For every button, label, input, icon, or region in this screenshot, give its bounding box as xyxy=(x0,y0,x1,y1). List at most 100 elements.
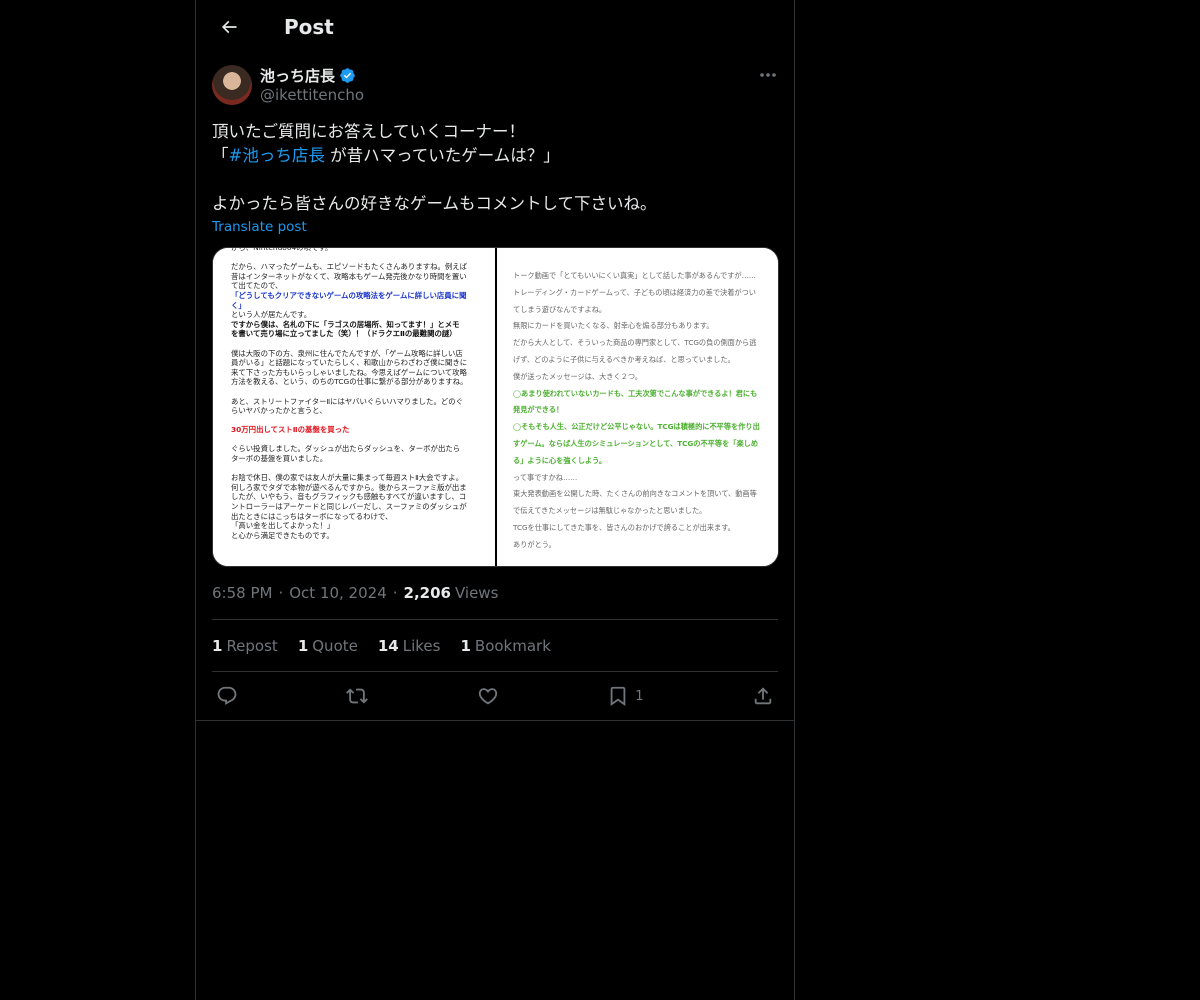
separator-dot: · xyxy=(392,584,398,602)
media-left-text-line: 何しろ家でタダで本物が遊べるんですから。後からスーファミ版が出ま xyxy=(231,482,467,492)
media-left-text-line: 員がいる」と話題になっていたらしく、和歌山からわざわざ僕に聞きに xyxy=(231,358,468,368)
media-right-text-line: ありがとう。 xyxy=(513,539,556,549)
post-text: 頂いたご質問にお答えしていくコーナー！ 「#池っち店長 が昔ハマっていたゲームは… xyxy=(212,120,780,216)
media-left-text-line: を書いて売り場に立ってました（笑）！（ドラクエⅡの最難関の謎） xyxy=(231,329,457,339)
media-right-text-line: ◯あまり使われていないカードも、工夫次第でこんな事ができるよ！君にも xyxy=(513,388,758,398)
repost-icon xyxy=(346,688,369,704)
reply-button[interactable] xyxy=(216,679,238,713)
section-divider xyxy=(196,720,794,721)
media-left-text-line: て出てたので、 xyxy=(231,281,283,291)
author-handle[interactable]: @ikettitencho xyxy=(260,86,364,104)
post-time[interactable]: 6:58 PM xyxy=(212,584,272,602)
quotes-count: 1 xyxy=(297,636,309,655)
action-bar: 1 xyxy=(212,672,778,720)
avatar[interactable] xyxy=(212,65,252,105)
likes-count: 14 xyxy=(377,636,399,655)
media-left-text-line: ントローラーはアーケードと同じレバーだし、スーファミのダッシュが xyxy=(231,502,467,512)
media-left-text-line: ですから僕は、名札の下に「ラゴスの居場所、知ってます！」とメモ xyxy=(231,319,460,329)
bookmark-count: 1 xyxy=(635,688,644,704)
media-right-text-line: すゲーム。ならば人生のシミュレーションとして、TCGの不平等を「楽しめ xyxy=(513,438,759,448)
media-right-text-line: ◯そもそも人生、公正だけど公平じゃない。TCGは積極的に不平等を作り出 xyxy=(513,422,760,432)
media-right-text-line: 発見ができる！ xyxy=(513,405,564,415)
repost-button[interactable] xyxy=(346,679,369,713)
media-left-text-line xyxy=(231,387,477,397)
media-left-text-line xyxy=(231,464,477,474)
media-left-text-line xyxy=(231,435,477,445)
media-right-text-line: 僕が送ったメッセージは、大きく２つ。 xyxy=(513,371,642,381)
media-left-text-line xyxy=(231,416,477,426)
media-right-text-line: だから大人として、そういった商品の専門家として、TCGの負の側面から逃 xyxy=(513,338,757,348)
media-left-text-line: 「どうしてもクリアできないゲームの攻略法をゲームに詳しい店員に聞 xyxy=(231,290,467,300)
reposts-stat[interactable]: 1 Repost xyxy=(212,637,278,655)
back-button[interactable] xyxy=(212,10,246,44)
bookmarks-count: 1 xyxy=(460,636,471,655)
share-button[interactable] xyxy=(752,679,774,713)
quotes-label: Quote xyxy=(312,636,358,655)
media-right-text-line: って事ですかね…… xyxy=(513,472,578,482)
media-right-text-line: トレーディング・カードゲームって、子どもの頃は経済力の差で決着がつい xyxy=(513,287,756,297)
media-left-text-line: 僕は大阪の下の方、泉州に住んでたんですが、「ゲーム攻略に詳しい店 xyxy=(231,348,463,358)
views-label: Views xyxy=(454,584,499,602)
media-right-text-line: TCGを仕事にしてきた事を、皆さんのおかげで誇ることが出来ます。 xyxy=(513,522,735,532)
media-left-text-line: く」 xyxy=(231,300,246,310)
back-arrow-icon xyxy=(221,20,237,33)
media-left-text-line: だから、ハマったゲームも、エピソードもたくさんありますね。例えば xyxy=(231,262,468,272)
likes-label: Likes xyxy=(402,636,441,655)
post-line-1: 頂いたご質問にお答えしていくコーナー！ xyxy=(212,122,526,141)
media-left-text-line: 来て下さった方もいらっしゃいましたね。今思えばゲームについて攻略 xyxy=(231,367,467,377)
media-left-text-line: 昔はインターネットがなくて、攻略本もゲーム発売後かなり時間を置い xyxy=(231,271,467,281)
media-right-text-line: 東大発表動画を公開した時、たくさんの前向きなコメントを頂いて、動画等 xyxy=(513,489,757,499)
author-row: 池っち店長 @ikettitencho xyxy=(212,65,780,109)
like-icon xyxy=(478,688,498,705)
media-image-right[interactable]: トーク動画で「とてもいいにくい真実」として話した事があるんですが…… トレーディン… xyxy=(497,248,778,566)
page-title: Post xyxy=(284,14,334,39)
media-left-text-line: 方法を教える、という、のちのTCGの仕事に繋がる部分がありますね。 xyxy=(231,377,468,387)
reposts-label: Repost xyxy=(226,636,278,655)
author-display-name[interactable]: 池っち店長 xyxy=(260,65,335,86)
media-left-text-line xyxy=(231,253,477,263)
hashtag-link[interactable]: #池っち店長 xyxy=(229,146,325,165)
media-left-text-line xyxy=(231,339,477,349)
translate-post-link[interactable]: Translate post xyxy=(212,219,307,235)
reply-icon xyxy=(217,686,237,705)
quotes-stat[interactable]: 1 Quote xyxy=(298,637,358,655)
header: Post xyxy=(196,0,794,53)
bookmarks-stat[interactable]: 1 Bookmark xyxy=(460,637,550,655)
media-left-text-line: 30万円出してストⅡの基盤を買った xyxy=(231,425,350,435)
media-left-text-line: お陰で休日、僕の家では友人が大量に集まって毎週ストⅡ大会ですよ。 xyxy=(231,473,464,483)
timestamp-row: 6:58 PM · Oct 10, 2024 · 2,206 Views xyxy=(212,582,498,604)
media-left-text-line: ぐらい投資しました。ダッシュが出たらダッシュを、ターボが出たら xyxy=(231,444,461,454)
media-left-text-line: 出たときにはこっちはターボになってるわけで、 xyxy=(231,511,393,521)
media-right-text-line: で伝えてきたメッセージは無駄じゃなかったと思いました。 xyxy=(513,506,707,516)
media-left-text-line: ターボの基盤を買いました。 xyxy=(231,454,328,464)
media-right-text-line: る」ように心を強くしよう。 xyxy=(513,455,607,465)
views-count: 2,206 xyxy=(403,584,451,602)
post-media[interactable]: から、Nintendo64の頃です。だから、ハマったゲームも、エピソードもたくさ… xyxy=(212,247,779,567)
likes-stat[interactable]: 14 Likes xyxy=(378,637,441,655)
share-icon xyxy=(754,687,772,705)
engagement-stats: 1 Repost 1 Quote 14 Likes 1 Bookmark xyxy=(212,619,778,672)
media-right-text-line: トーク動画で「とてもいいにくい真実」として話した事があるんですが…… xyxy=(513,271,756,280)
media-right-text-line: てしまう遊びなんですよね。 xyxy=(513,304,607,314)
verified-badge-icon xyxy=(340,67,355,83)
reposts-count: 1 xyxy=(212,636,223,655)
author-name-line: 池っち店長 xyxy=(260,65,356,85)
media-left-text-line: らいヤバかったかと言うと、 xyxy=(231,406,327,416)
post-date[interactable]: Oct 10, 2024 xyxy=(289,584,387,602)
media-left-text-line: 「高い金を出してよかった！」 xyxy=(231,521,335,531)
post-line-2-rest: が昔ハマっていたゲームは？」 xyxy=(324,146,560,165)
more-icon xyxy=(760,73,776,77)
media-left-text-line: という人が居たんです。 xyxy=(231,310,312,320)
media-left-text-line: と心から満足できたものです。 xyxy=(231,530,334,540)
media-left-text-line: したが、いやもう、音もグラフィックも感触もすべてが違いますし、コ xyxy=(231,492,467,502)
post-column: Post 池っち店長 @ikettitencho 頂いたご質問にお答えしていくコ… xyxy=(195,0,795,1000)
post-line-3: よかったら皆さんの好きなゲームもコメントして下さいね。 xyxy=(212,194,657,213)
post-line-2-open: 「 xyxy=(212,146,229,165)
media-right-text-line: げず、どのように子供に与えるべきか考えねば、と思っていました。 xyxy=(513,354,735,364)
more-button[interactable] xyxy=(756,65,780,85)
media-image-left[interactable]: から、Nintendo64の頃です。だから、ハマったゲームも、エピソードもたくさ… xyxy=(213,248,495,566)
bookmark-button[interactable]: 1 xyxy=(607,679,644,713)
bookmarks-label: Bookmark xyxy=(474,636,551,655)
like-button[interactable] xyxy=(477,679,499,713)
separator-dot: · xyxy=(278,584,284,602)
